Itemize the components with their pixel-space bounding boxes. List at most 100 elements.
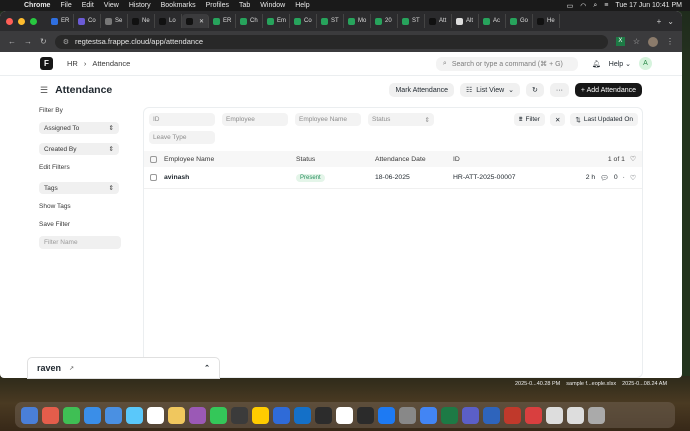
minimize-window-button[interactable] — [18, 17, 25, 25]
dock-app-icon[interactable] — [441, 406, 458, 424]
dock-app-icon[interactable] — [294, 406, 311, 424]
forward-icon[interactable]: → — [24, 37, 32, 46]
dock-app-icon[interactable] — [315, 406, 332, 424]
browser-tab[interactable]: Alt — [452, 14, 479, 28]
edit-filters-link[interactable]: Edit Filters — [39, 164, 125, 171]
breadcrumb-hr[interactable]: HR — [67, 59, 78, 68]
notifications-bell-icon[interactable]: 🔔︎ — [592, 60, 601, 68]
menu-edit[interactable]: Edit — [82, 2, 94, 9]
awesomebar-search[interactable]: ⌕ Search or type a command (⌘ + G) — [435, 56, 578, 71]
search-spotlight-icon[interactable]: ⌕ — [593, 2, 597, 10]
menu-history[interactable]: History — [129, 2, 151, 9]
dock-app-icon[interactable] — [147, 406, 164, 424]
battery-icon[interactable]: ▭ — [567, 2, 574, 10]
menubar-clock[interactable]: Tue 17 Jun 10:41 PM — [615, 2, 682, 9]
control-center-icon[interactable]: ≡ — [604, 2, 608, 9]
dock-app-icon[interactable] — [420, 406, 437, 424]
external-link-icon[interactable]: ↗ — [69, 365, 74, 372]
dock-app-icon[interactable] — [42, 406, 59, 424]
dock-app-icon[interactable] — [504, 406, 521, 424]
dock-app-icon[interactable] — [63, 406, 80, 424]
breadcrumb-attendance[interactable]: Attendance — [92, 59, 130, 68]
reload-icon[interactable]: ↻ — [40, 37, 47, 46]
desktop-file[interactable]: 2025-0...08.24 AM — [622, 381, 667, 387]
filter-name-input[interactable]: Filter Name — [39, 236, 121, 249]
like-filter-icon[interactable]: ♡ — [630, 155, 636, 163]
dock-app-icon[interactable] — [84, 406, 101, 424]
desktop-file[interactable]: 2025-0...40.28 PM — [515, 381, 560, 387]
tags-select[interactable]: Tags ⇕ — [39, 182, 119, 194]
browser-tab[interactable]: ST — [398, 14, 425, 28]
mark-attendance-button[interactable]: Mark Attendance — [389, 83, 454, 97]
desktop-file[interactable]: sample f...eople.xlsx — [566, 381, 616, 387]
dock-app-icon[interactable] — [546, 406, 563, 424]
close-window-button[interactable] — [6, 17, 13, 25]
browser-tab[interactable]: Se — [101, 14, 128, 28]
chevron-up-icon[interactable]: ⌃ — [204, 364, 210, 372]
add-attendance-button[interactable]: + Add Attendance — [574, 83, 642, 97]
filter-button[interactable]: ⩩ Filter — [514, 113, 545, 126]
row-id[interactable]: HR-ATT-2025-00007 — [453, 174, 583, 181]
show-tags-link[interactable]: Show Tags — [39, 203, 125, 210]
leave-type-filter-input[interactable]: Leave Type — [149, 131, 215, 144]
menu-view[interactable]: View — [104, 2, 119, 9]
browser-tab[interactable]: Ch — [236, 14, 263, 28]
bookmark-star-icon[interactable]: ☆ — [633, 37, 640, 46]
url-field[interactable]: ⚙ regtestsa.frappe.cloud/app/attendance — [54, 34, 608, 49]
dock-app-icon[interactable] — [462, 406, 479, 424]
profile-avatar[interactable] — [648, 36, 658, 47]
dock-app-icon[interactable] — [189, 406, 206, 424]
browser-tab[interactable]: Em — [263, 14, 290, 28]
dock-app-icon[interactable] — [588, 406, 605, 424]
refresh-button[interactable]: ↻ — [526, 83, 544, 97]
menu-window[interactable]: Window — [260, 2, 285, 9]
browser-tab[interactable]: Att — [425, 14, 452, 28]
more-actions-button[interactable]: ··· — [549, 83, 569, 97]
select-all-checkbox[interactable] — [150, 155, 157, 163]
user-avatar[interactable]: A — [639, 57, 652, 70]
app-logo[interactable]: F — [40, 57, 53, 70]
excel-extension-icon[interactable]: X — [615, 37, 625, 46]
sidebar-toggle-icon[interactable]: ☰ — [40, 85, 48, 96]
menu-profiles[interactable]: Profiles — [206, 2, 229, 9]
browser-tab[interactable]: Lo — [155, 14, 182, 28]
raven-chat-widget[interactable]: raven ↗ ⌃ — [27, 357, 220, 379]
dock-app-icon[interactable] — [378, 406, 395, 424]
table-row[interactable]: avinash Present 18-06-2025 HR-ATT-2025-0… — [144, 167, 642, 189]
dock-app-icon[interactable] — [273, 406, 290, 424]
dock-app-icon[interactable] — [126, 406, 143, 424]
dock-app-icon[interactable] — [525, 406, 542, 424]
employee-filter-input[interactable]: Employee — [222, 113, 288, 126]
menu-help[interactable]: Help — [295, 2, 309, 9]
dock-app-icon[interactable] — [399, 406, 416, 424]
dock-app-icon[interactable] — [231, 406, 248, 424]
menu-bookmarks[interactable]: Bookmarks — [161, 2, 196, 9]
dock-app-icon[interactable] — [210, 406, 227, 424]
dock-app-icon[interactable] — [105, 406, 122, 424]
assigned-to-select[interactable]: Assigned To ⇕ — [39, 122, 119, 134]
row-checkbox[interactable] — [150, 174, 157, 181]
dock-app-icon[interactable] — [168, 406, 185, 424]
browser-tab[interactable]: Ac — [479, 14, 506, 28]
browser-tab[interactable]: Mo — [344, 14, 371, 28]
employee-name-filter-input[interactable]: Employee Name — [295, 113, 361, 126]
dock-app-icon[interactable] — [567, 406, 584, 424]
browser-tab[interactable]: ER — [47, 14, 74, 28]
browser-tab[interactable]: Co — [290, 14, 317, 28]
like-icon[interactable]: ♡ — [630, 174, 636, 182]
browser-tab[interactable]: Ne — [128, 14, 155, 28]
zoom-window-button[interactable] — [30, 17, 37, 25]
browser-tab[interactable]: ✕ — [182, 14, 209, 28]
browser-tab[interactable]: He — [533, 14, 560, 28]
dock-app-icon[interactable] — [21, 406, 38, 424]
status-filter-select[interactable]: Status ⇕ — [368, 113, 434, 126]
help-dropdown[interactable]: Help ⌄ — [609, 60, 631, 68]
sort-button[interactable]: ⇅ Last Updated On — [570, 113, 638, 126]
new-tab-icon[interactable]: + — [657, 17, 662, 26]
dock-app-icon[interactable] — [483, 406, 500, 424]
browser-tab[interactable]: 20 — [371, 14, 398, 28]
clear-filters-button[interactable]: ✕ — [549, 113, 566, 126]
back-icon[interactable]: ← — [8, 37, 16, 46]
comment-icon[interactable]: 💬︎ — [600, 174, 609, 182]
menu-file[interactable]: File — [60, 2, 71, 9]
